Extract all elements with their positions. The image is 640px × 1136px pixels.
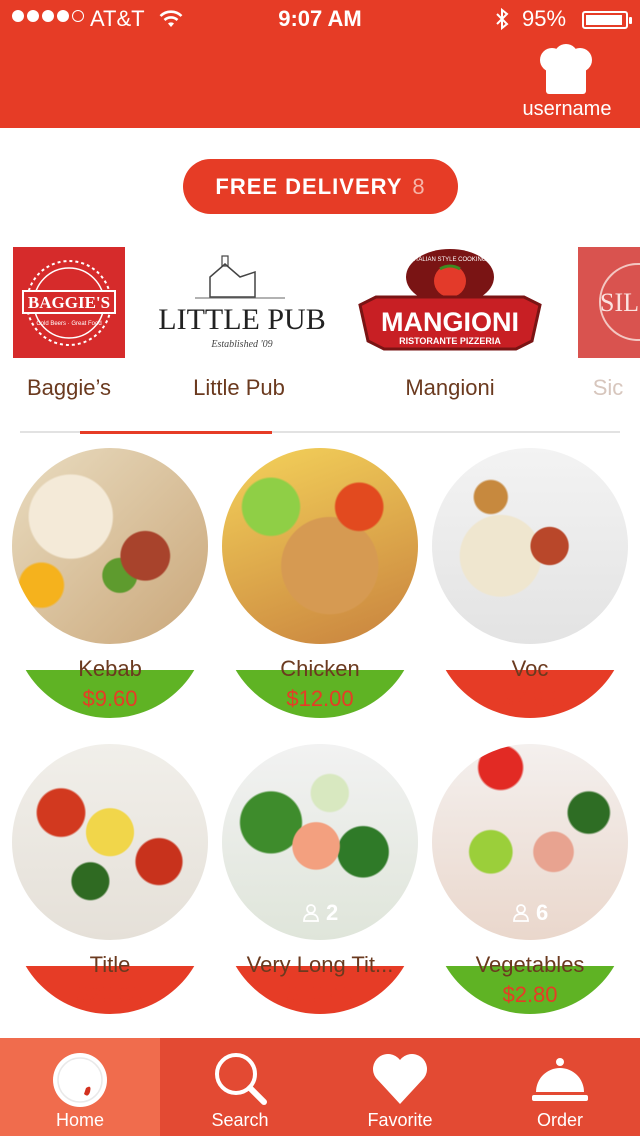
food-price: $20.00 bbox=[76, 982, 144, 1007]
svg-text:Established '09: Established '09 bbox=[210, 339, 272, 350]
free-delivery-button[interactable]: FREE DELIVERY 8 bbox=[183, 159, 458, 214]
food-item-chicken[interactable]: Chicken $12.00 bbox=[222, 448, 420, 718]
food-item-kebab[interactable]: Kebab $9.60 bbox=[12, 448, 210, 718]
svg-text:LITTLE PUB: LITTLE PUB bbox=[158, 303, 325, 336]
free-delivery-label: FREE DELIVERY bbox=[215, 173, 403, 199]
food-name: Vegetables bbox=[475, 952, 585, 977]
food-name: Chicken bbox=[280, 656, 360, 681]
food-price: $12.00 bbox=[286, 686, 354, 711]
profile-button[interactable]: username bbox=[512, 44, 622, 124]
person-icon bbox=[302, 904, 319, 922]
username-label: username bbox=[522, 98, 612, 120]
carousel-active-indicator bbox=[80, 431, 272, 434]
food-name: Very Long Tit... bbox=[246, 952, 394, 977]
tab-bar: Home Search Favorite Order bbox=[0, 1038, 640, 1136]
people-count: 6 bbox=[535, 900, 549, 925]
svg-text:ITALIAN STYLE COOKING: ITALIAN STYLE COOKING bbox=[414, 257, 487, 263]
people-badge: 6 bbox=[432, 900, 628, 926]
food-name: Kebab bbox=[78, 656, 142, 681]
tab-search[interactable]: Search bbox=[160, 1038, 320, 1136]
plate-icon bbox=[53, 1053, 107, 1107]
little-pub-logo: LITTLE PUB Established '09 bbox=[158, 255, 326, 350]
svg-text:BAGGIE'S: BAGGIE'S bbox=[28, 293, 110, 312]
food-photo bbox=[12, 744, 208, 940]
restaurant-carousel[interactable]: BAGGIE'S Cold Beers · Great Food Baggie’… bbox=[0, 240, 640, 430]
status-bar: AT&T 9:07 AM 95% bbox=[0, 6, 640, 36]
header: AT&T 9:07 AM 95% username bbox=[0, 0, 640, 128]
tab-label: Favorite bbox=[367, 1110, 433, 1130]
food-photo bbox=[432, 448, 628, 644]
svg-text:MANGIONI: MANGIONI bbox=[381, 307, 519, 337]
food-item-title[interactable]: Title $20.00 bbox=[12, 744, 210, 1014]
svg-text:SIL: SIL bbox=[600, 288, 639, 317]
food-price: $2.80 bbox=[502, 982, 558, 1007]
food-photo bbox=[12, 448, 208, 644]
food-price: $10.40 bbox=[286, 982, 354, 1007]
food-item-voc[interactable]: Voc $7.99 bbox=[432, 448, 630, 718]
food-item-very-long-title[interactable]: 2 Very Long Tit... $10.40 bbox=[222, 744, 420, 1014]
person-icon bbox=[512, 904, 529, 922]
mangioni-logo: ITALIAN STYLE COOKING MANGIONI RISTORANT… bbox=[358, 249, 542, 351]
food-price: $9.60 bbox=[82, 686, 138, 711]
tab-label: Order bbox=[536, 1110, 583, 1130]
people-badge: 2 bbox=[222, 900, 418, 926]
people-count: 2 bbox=[325, 900, 339, 925]
food-name: Voc bbox=[511, 656, 549, 681]
battery-icon bbox=[582, 11, 632, 29]
tab-label: Search bbox=[211, 1110, 269, 1130]
tab-label: Home bbox=[55, 1110, 104, 1130]
heart-icon bbox=[373, 1054, 427, 1104]
free-delivery-count: 8 bbox=[412, 173, 426, 199]
food-photo bbox=[222, 448, 418, 644]
chef-hat-icon bbox=[540, 44, 592, 94]
search-icon bbox=[215, 1053, 267, 1105]
baggies-logo: BAGGIE'S Cold Beers · Great Food bbox=[13, 247, 125, 358]
battery-percent: 95% bbox=[522, 6, 567, 31]
bluetooth-icon bbox=[496, 7, 509, 31]
cloche-icon bbox=[532, 1058, 588, 1101]
svg-text:Cold Beers · Great Food: Cold Beers · Great Food bbox=[36, 321, 101, 327]
tab-favorite[interactable]: Favorite bbox=[320, 1038, 480, 1136]
tab-home[interactable]: Home bbox=[0, 1038, 160, 1136]
food-price: $7.99 bbox=[502, 686, 558, 711]
tab-order[interactable]: Order bbox=[480, 1038, 640, 1136]
sic-logo: SIL bbox=[578, 247, 640, 358]
restaurant-name: Little Pub bbox=[193, 375, 285, 400]
food-item-vegetables[interactable]: 6 Vegetables $2.80 bbox=[432, 744, 630, 1014]
restaurant-name: Sic bbox=[592, 375, 624, 400]
food-name: Title bbox=[89, 952, 131, 977]
app-screen: AT&T 9:07 AM 95% username FREE DELIVERY … bbox=[0, 0, 640, 1136]
svg-text:RISTORANTE PIZZERIA: RISTORANTE PIZZERIA bbox=[399, 336, 501, 346]
